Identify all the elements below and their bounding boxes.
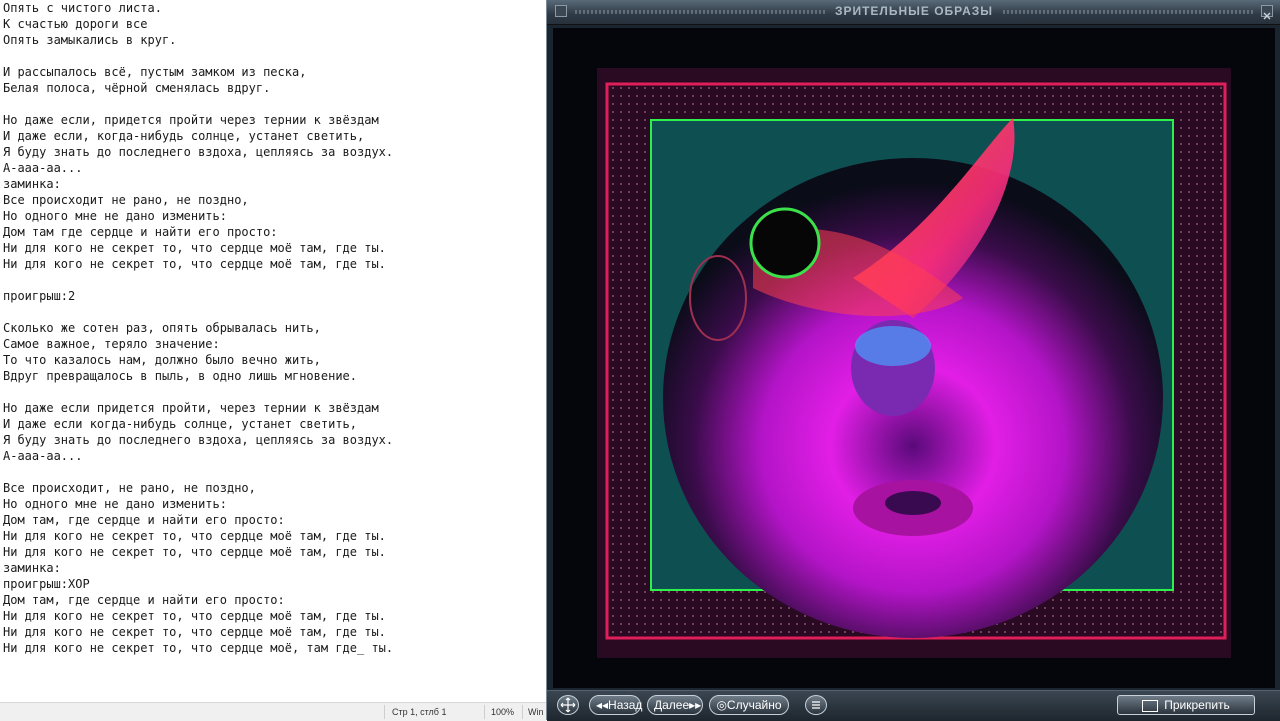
pin-icon bbox=[1142, 699, 1159, 712]
editor-text-area[interactable]: Опять с чистого листа. К счастью дороги … bbox=[0, 0, 546, 656]
visualization-art bbox=[553, 28, 1275, 688]
editor-status-bar: Стр 1, стлб 1 100% Win bbox=[0, 702, 546, 721]
visualization-canvas bbox=[553, 28, 1275, 688]
visualizer-controls: ◂◂Назад Далее▸▸ ◎Случайно Прикрепить bbox=[547, 690, 1280, 721]
cursor-position: Стр 1, стлб 1 bbox=[392, 707, 447, 717]
visualizer-window: ЗРИТЕЛЬНЫЕ ОБРАЗЫ ◂◂Назад Далее▸▸ ◎Случа… bbox=[546, 0, 1280, 721]
back-button[interactable]: ◂◂Назад bbox=[589, 695, 642, 715]
pin-button-label: Прикрепить bbox=[1164, 698, 1230, 712]
zoom-level: 100% bbox=[491, 707, 515, 717]
text-editor[interactable]: Опять с чистого листа. К счастью дороги … bbox=[0, 0, 546, 702]
status-separator bbox=[484, 705, 485, 719]
encoding-label: Win bbox=[528, 707, 544, 717]
move-icon[interactable] bbox=[557, 695, 579, 715]
random-button[interactable]: ◎Случайно bbox=[709, 695, 789, 715]
status-separator bbox=[522, 705, 523, 719]
close-icon[interactable] bbox=[1261, 5, 1273, 20]
status-separator bbox=[384, 705, 385, 719]
visualizer-titlebar[interactable]: ЗРИТЕЛЬНЫЕ ОБРАЗЫ bbox=[547, 0, 1280, 25]
options-icon[interactable] bbox=[805, 695, 827, 715]
titlebar-grip bbox=[1003, 10, 1253, 14]
next-button[interactable]: Далее▸▸ bbox=[647, 695, 703, 715]
pin-button[interactable]: Прикрепить bbox=[1117, 695, 1255, 715]
